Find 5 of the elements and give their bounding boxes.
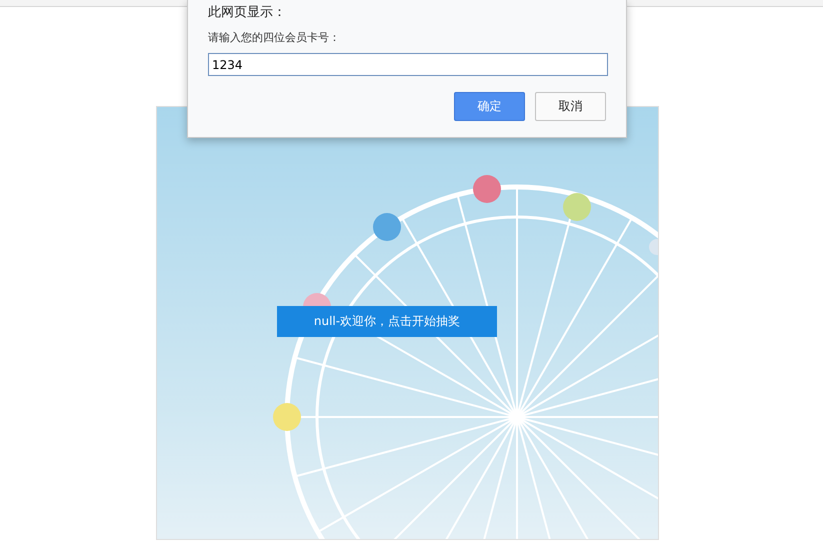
input-field[interactable]: 1234 <box>208 53 608 76</box>
cancel-button[interactable]: 取消 <box>535 92 606 121</box>
dialog-title: 此网页显示： <box>208 4 287 21</box>
dialog-prompt: 请输入您的四位会员卡号： <box>208 30 341 45</box>
start-lottery-button[interactable]: null-欢迎你，点击开始抽奖 <box>277 306 497 337</box>
